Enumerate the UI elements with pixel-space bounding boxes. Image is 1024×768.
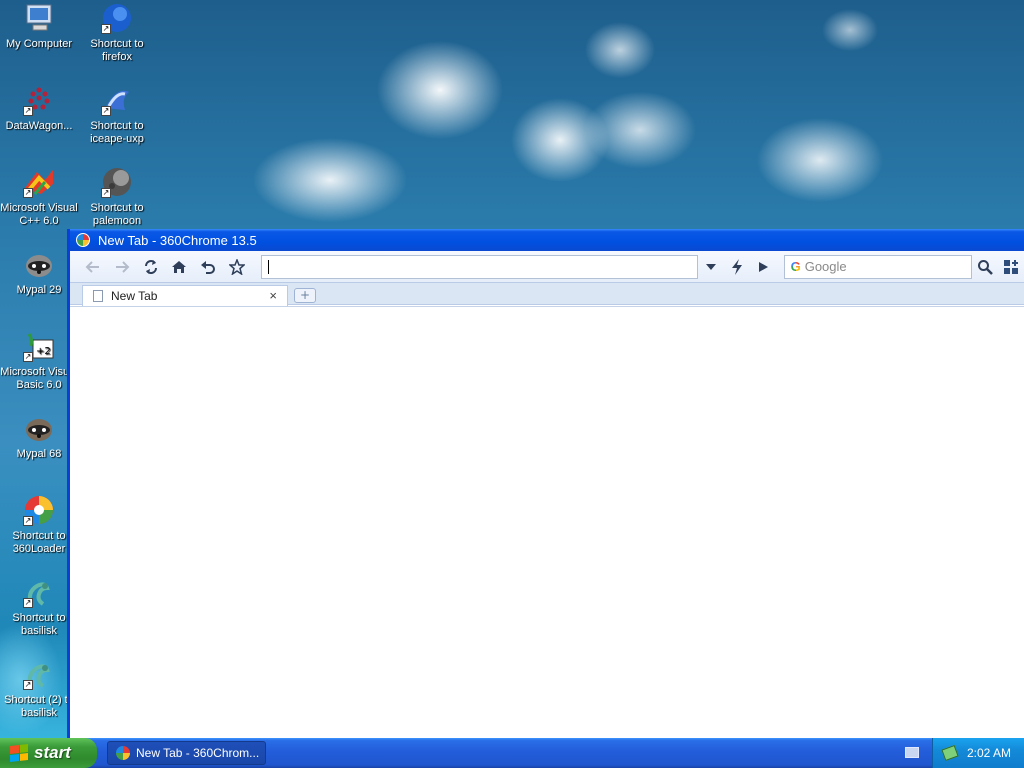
network-icon[interactable]: [941, 744, 959, 762]
page-content-area[interactable]: [70, 306, 1024, 738]
star-icon: [229, 258, 246, 275]
home-button[interactable]: [166, 255, 192, 279]
tab-close-icon[interactable]: ×: [269, 288, 277, 303]
new-tab-button[interactable]: +: [294, 288, 316, 303]
shortcut-arrow-icon: ↗: [101, 188, 111, 198]
undo-close-tab-button[interactable]: [195, 255, 221, 279]
forward-arrow-icon: [115, 260, 130, 273]
mypal-icon: [23, 248, 55, 280]
address-dropdown-button[interactable]: [698, 255, 724, 279]
taskbar-item-360chrome[interactable]: New Tab - 360Chrom...: [107, 741, 266, 765]
go-button[interactable]: [750, 255, 776, 279]
shortcut-arrow-icon: ↗: [23, 516, 33, 526]
windows-logo-icon: [10, 744, 28, 762]
bookmark-button[interactable]: [224, 255, 250, 279]
extensions-button[interactable]: [998, 255, 1024, 279]
browser-toolbar: G Google: [70, 251, 1024, 283]
play-icon: [758, 261, 768, 272]
desktop-icon-label: My Computer: [5, 38, 73, 50]
360chrome-icon: [116, 746, 130, 760]
search-icon: [978, 259, 994, 275]
taskbar: start New Tab - 360Chrom... 2:02 AM: [0, 738, 1024, 768]
desktop-icon-palemoon-shortcut[interactable]: ↗ Shortcut to palemoon: [78, 166, 156, 228]
window-titlebar[interactable]: New Tab - 360Chrome 13.5: [70, 229, 1024, 251]
search-input[interactable]: G Google: [783, 254, 973, 279]
forward-button[interactable]: [109, 255, 135, 279]
tab-strip: New Tab × +: [70, 283, 1024, 306]
firefox-icon: ↗: [101, 2, 133, 34]
desktop-icon-label: DataWagon...: [5, 120, 73, 132]
lightning-icon: [731, 258, 742, 275]
visual-cpp-icon: ↗: [23, 166, 55, 198]
desktop-icon-label: Shortcut to iceape-uxp: [90, 120, 144, 145]
shortcut-arrow-icon: ↗: [101, 106, 111, 116]
shortcut-arrow-icon: ↗: [23, 680, 33, 690]
reload-icon: [144, 259, 157, 274]
desktop-icon-visual-cpp[interactable]: ↗ Microsoft Visual C++ 6.0: [0, 166, 78, 228]
undo-icon: [201, 260, 216, 274]
mypal-icon: [23, 412, 55, 444]
desktop-icon-label: Shortcut to firefox: [90, 38, 144, 63]
google-g-icon: G: [790, 259, 801, 274]
desktop-icon-iceape-shortcut[interactable]: ↗ Shortcut to iceape-uxp: [78, 84, 156, 146]
back-button[interactable]: [80, 255, 106, 279]
tab-new-tab[interactable]: New Tab ×: [82, 285, 288, 306]
360loader-icon: ↗: [23, 494, 55, 526]
apps-grid-icon: [1004, 259, 1019, 274]
shortcut-arrow-icon: ↗: [23, 106, 33, 116]
back-arrow-icon: [85, 260, 99, 273]
iceape-icon: ↗: [101, 84, 133, 116]
search-button[interactable]: [972, 255, 998, 279]
chevron-down-icon: [706, 263, 716, 270]
tab-label: New Tab: [111, 289, 158, 303]
360chrome-icon: [76, 233, 90, 247]
search-placeholder: Google: [804, 259, 847, 274]
start-button[interactable]: start: [0, 738, 97, 768]
shortcut-arrow-icon: ↗: [23, 352, 33, 362]
computer-icon: [23, 2, 55, 34]
desktop-icon-datawagon[interactable]: ↗ DataWagon...: [0, 84, 78, 133]
svg-text:+2: +2: [36, 346, 51, 357]
basilisk-icon: ↗: [23, 658, 55, 690]
speed-mode-button[interactable]: [724, 255, 750, 279]
browser-window[interactable]: New Tab - 360Chrome 13.5 G Google New Ta…: [67, 229, 1024, 738]
visual-basic-icon: +2 ↗: [23, 330, 55, 362]
address-bar-input[interactable]: [260, 254, 699, 279]
shortcut-arrow-icon: ↗: [23, 598, 33, 608]
page-icon: [93, 290, 103, 302]
reload-button[interactable]: [138, 255, 164, 279]
palemoon-icon: ↗: [101, 166, 133, 198]
desktop-icon-my-computer[interactable]: My Computer: [0, 2, 78, 51]
shortcut-arrow-icon: ↗: [101, 24, 111, 34]
shortcut-arrow-icon: ↗: [23, 188, 33, 198]
basilisk-icon: ↗: [23, 576, 55, 608]
text-caret: [267, 259, 269, 274]
desktop-icon-firefox-shortcut[interactable]: ↗ Shortcut to firefox: [78, 2, 156, 64]
window-title: New Tab - 360Chrome 13.5: [98, 232, 257, 248]
start-label: start: [34, 743, 71, 762]
taskbar-item-label: New Tab - 360Chrom...: [136, 746, 260, 760]
system-tray: 2:02 AM: [932, 738, 1024, 768]
datawagon-icon: ↗: [23, 84, 55, 116]
clock[interactable]: 2:02 AM: [967, 746, 1011, 760]
desktop-icon-label: Microsoft Visual C++ 6.0: [0, 202, 78, 227]
desktop-icon-label: Shortcut to palemoon: [90, 202, 144, 227]
keyboard-icon[interactable]: [905, 747, 919, 758]
home-icon: [172, 260, 187, 273]
